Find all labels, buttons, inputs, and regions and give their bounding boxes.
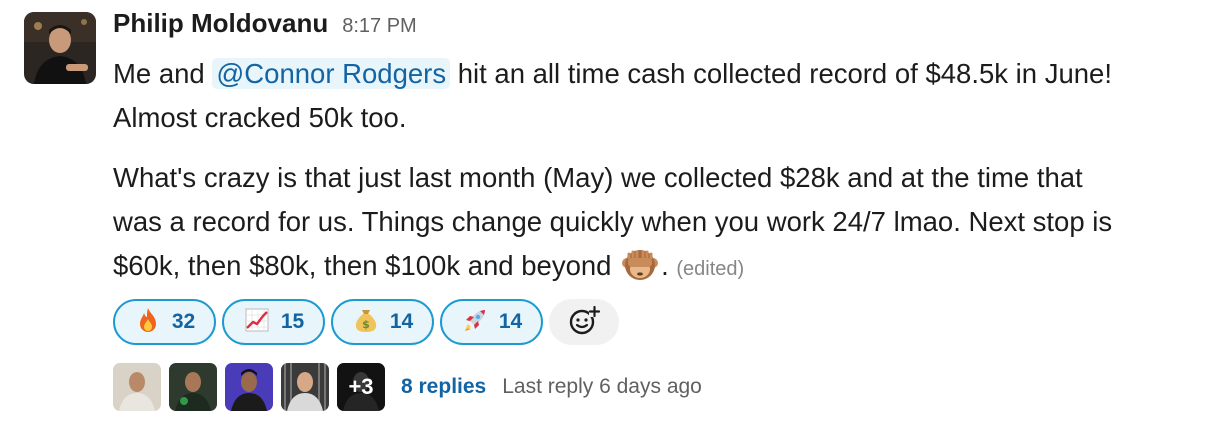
reaction-chart-increasing[interactable]: 15 <box>222 299 325 345</box>
chart-increasing-icon <box>243 306 271 339</box>
money-bag-icon: $ <box>352 306 380 339</box>
author-name[interactable]: Philip Moldovanu <box>113 8 328 39</box>
add-emoji-icon <box>567 303 601 342</box>
author-avatar[interactable] <box>24 12 96 84</box>
message-paragraph-2: What's crazy is that just last month (Ma… <box>113 156 1208 291</box>
text-line: $60k, then $80k, then $100k and beyond <box>113 250 612 281</box>
replies-link[interactable]: 8 replies <box>401 375 486 399</box>
timestamp[interactable]: 8:17 PM <box>342 15 416 38</box>
participant-avatar <box>281 363 329 411</box>
message-header: Philip Moldovanu 8:17 PM <box>113 8 1208 48</box>
edited-label: (edited) <box>676 258 745 280</box>
svg-text:$: $ <box>362 318 370 331</box>
reaction-money-bag[interactable]: $ 14 <box>331 299 434 345</box>
reaction-count: 14 <box>389 310 414 333</box>
reaction-count: 15 <box>280 310 305 333</box>
participant-avatar <box>225 363 273 411</box>
last-reply-time: Last reply 6 days ago <box>502 375 702 398</box>
text-segment: Almost cracked 50k too. <box>113 102 407 133</box>
reaction-fire[interactable]: 32 <box>113 299 216 345</box>
participant-avatar <box>169 363 217 411</box>
message-paragraph-1: Me and @Connor Rodgers hit an all time c… <box>113 52 1208 140</box>
add-reaction-button[interactable] <box>549 299 619 345</box>
text-segment: Me and <box>113 58 213 89</box>
see-no-evil-monkey-icon <box>621 248 659 282</box>
reaction-count: 14 <box>498 310 523 333</box>
user-mention[interactable]: @Connor Rodgers <box>212 58 451 89</box>
message-content: Philip Moldovanu 8:17 PM Me and @Connor … <box>113 8 1208 413</box>
text-line: What's crazy is that just last month (Ma… <box>113 162 1083 193</box>
participant-avatar <box>113 363 161 411</box>
fire-icon <box>134 306 162 339</box>
more-participants-avatar: +3 <box>337 363 385 411</box>
text-segment: . <box>661 250 669 281</box>
text-segment: hit an all time cash collected record of… <box>450 58 1112 89</box>
reactions-bar: 32 15 $ 14 14 <box>113 297 1208 347</box>
more-participants-count: +3 <box>337 363 385 411</box>
thread-summary[interactable]: +3 8 replies Last reply 6 days ago <box>113 361 1208 413</box>
text-line: was a record for us. Things change quick… <box>113 206 1113 237</box>
message: Philip Moldovanu 8:17 PM Me and @Connor … <box>0 0 1220 430</box>
reaction-rocket[interactable]: 14 <box>440 299 543 345</box>
rocket-icon <box>461 306 489 339</box>
reaction-count: 32 <box>171 310 196 333</box>
